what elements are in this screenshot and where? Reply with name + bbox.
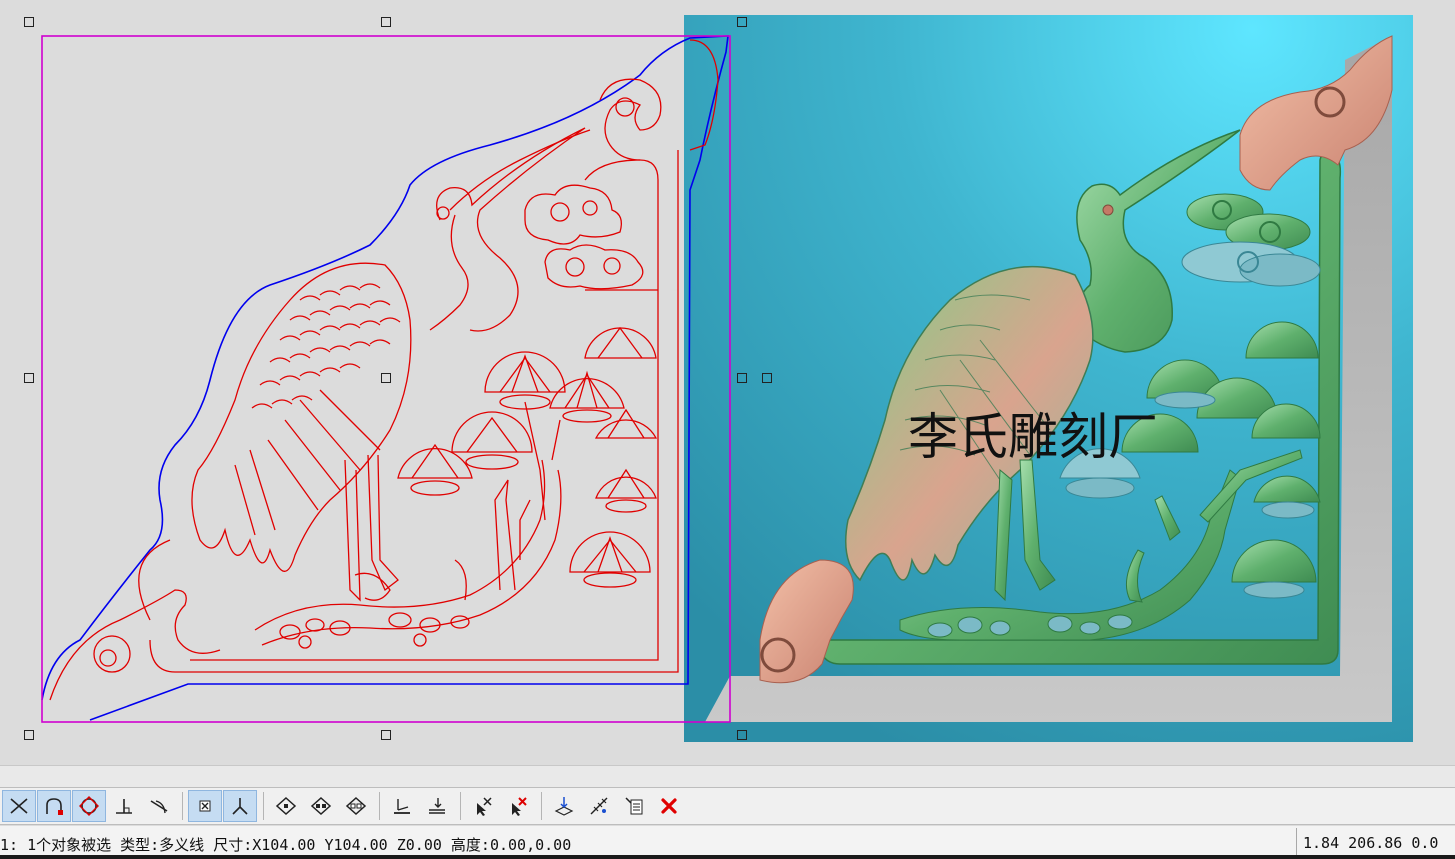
node-snap-button[interactable] [188,790,222,822]
diamond-nodes-remove-icon [345,796,367,816]
diamond-node-button[interactable] [269,790,303,822]
toolbar-strip [0,765,1455,788]
delete-icon [661,798,677,814]
selection-handle-center[interactable] [381,373,391,383]
list-edit-icon [625,797,643,815]
list-edit-button[interactable] [617,790,651,822]
axis-snap-icon [232,798,248,815]
status-coordinates: 1.84 206.86 0.0 [1303,834,1439,852]
toolbar-separator [541,792,542,820]
toolbar-separator [460,792,461,820]
intersection-snap-button[interactable] [2,790,36,822]
select-arrow-delete-button[interactable] [501,790,535,822]
watermark-text: 李氏雕刻厂 [908,408,1158,466]
arc-snap-icon [46,798,63,815]
selection-handle-mid-left[interactable] [24,373,34,383]
move-down-icon [554,797,574,816]
align-bottom-arrow-button[interactable] [420,790,454,822]
move-down-button[interactable] [547,790,581,822]
select-arrow-cross-button[interactable] [466,790,500,822]
snap-toolbar [0,787,1455,825]
node-snap-icon [199,800,211,812]
window-bottom-edge [0,855,1455,859]
selection-handle-top-left[interactable] [24,17,34,27]
align-bottom-arrow-icon [429,798,445,814]
selection-handle-bottom-mid[interactable] [381,730,391,740]
tangent-snap-icon [150,800,168,814]
center-snap-button[interactable] [72,790,106,822]
status-selection-info: 1: 1个对象被选 类型:多义线 尺寸:X104.00 Y104.00 Z0.0… [0,836,572,854]
select-arrow-delete-icon [512,797,527,816]
diamond-nodes-add-button[interactable] [304,790,338,822]
diamond-nodes-add-icon [310,796,332,816]
arc-snap-button[interactable] [37,790,71,822]
selection-handle-top-mid[interactable] [381,17,391,27]
selection-handle-bottom-right[interactable] [737,730,747,740]
diamond-node-icon [275,796,297,816]
selection-handle-mid-right[interactable] [737,373,747,383]
delete-button[interactable] [652,790,686,822]
measure-tool-button[interactable] [582,790,616,822]
measure-tool-icon [590,797,608,815]
perpendicular-snap-icon [116,799,132,814]
relief-render [684,15,1413,742]
diamond-nodes-remove-button[interactable] [339,790,373,822]
align-bottom-button[interactable] [385,790,419,822]
selection-handle-top-right[interactable] [737,17,747,27]
drawing-canvas[interactable]: 李氏雕刻厂 [0,0,1455,765]
selection-handle-mid-right-2[interactable] [762,373,772,383]
status-divider [1296,828,1297,856]
perpendicular-snap-button[interactable] [107,790,141,822]
canvas-graphics [41,15,1413,742]
center-snap-icon [79,796,99,816]
toolbar-separator [182,792,183,820]
toolbar-separator [379,792,380,820]
align-bottom-icon [394,799,410,814]
tangent-snap-button[interactable] [142,790,176,822]
selection-handle-bottom-left[interactable] [24,730,34,740]
toolbar-separator [263,792,264,820]
intersection-snap-icon [10,798,28,814]
select-arrow-cross-icon [477,797,492,816]
axis-snap-button[interactable] [223,790,257,822]
